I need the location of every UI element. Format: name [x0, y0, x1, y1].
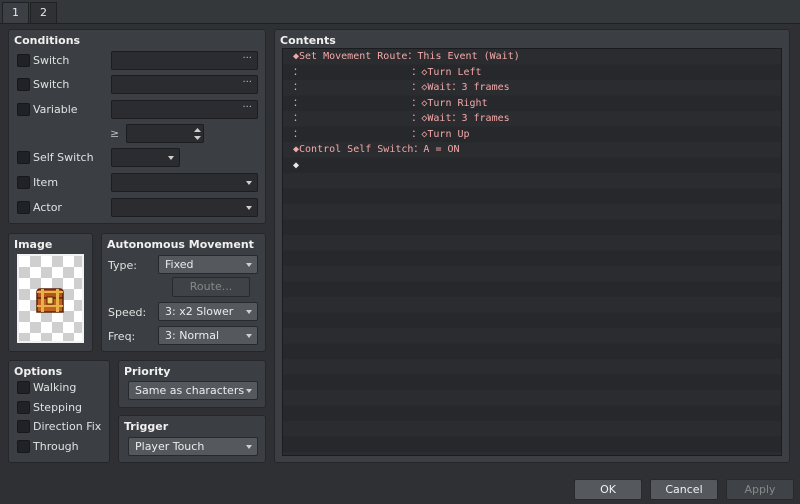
- command-line[interactable]: ： ：◇Turn Up: [283, 127, 781, 143]
- chevron-down-icon: [246, 445, 252, 449]
- speed-value: 3: x2 Slower: [165, 305, 234, 318]
- chevron-down-icon: [246, 206, 252, 210]
- switch1-field[interactable]: ···: [111, 51, 258, 70]
- walking-checkbox[interactable]: [17, 381, 30, 394]
- route-button[interactable]: Route...: [172, 277, 250, 297]
- ok-button[interactable]: OK: [574, 479, 642, 500]
- command-line[interactable]: ◆Set Movement Route：This Event (Wait): [283, 49, 781, 65]
- trigger-value: Player Touch: [135, 440, 205, 453]
- ellipsis-icon: ···: [242, 77, 252, 88]
- item-dropdown[interactable]: [111, 173, 258, 192]
- through-label: Through: [33, 440, 79, 453]
- chevron-down-icon: [246, 181, 252, 185]
- speed-dropdown[interactable]: 3: x2 Slower: [158, 302, 258, 321]
- priority-dropdown[interactable]: Same as characters: [128, 381, 258, 400]
- actor-label: Actor: [33, 201, 62, 214]
- self-switch-checkbox[interactable]: [17, 151, 30, 164]
- chevron-down-icon: [246, 263, 252, 267]
- trigger-panel: Trigger Player Touch: [118, 415, 266, 463]
- chevron-down-icon: [168, 156, 174, 160]
- switch2-label: Switch: [33, 78, 70, 91]
- variable-checkbox[interactable]: [17, 103, 30, 116]
- stepping-label: Stepping: [33, 401, 83, 414]
- self-switch-label: Self Switch: [33, 151, 94, 164]
- direction-fix-checkbox[interactable]: [17, 420, 30, 433]
- conditions-title: Conditions: [14, 34, 81, 47]
- item-label: Item: [33, 176, 59, 189]
- command-line-empty[interactable]: ◆: [283, 158, 781, 174]
- chevron-down-icon: [246, 389, 252, 393]
- actor-checkbox[interactable]: [17, 201, 30, 214]
- priority-title: Priority: [124, 365, 171, 378]
- autonomous-movement-title: Autonomous Movement: [107, 238, 254, 251]
- command-line[interactable]: ◆Control Self Switch：A = ON: [283, 142, 781, 158]
- command-line[interactable]: ： ：◇Turn Left: [283, 65, 781, 81]
- spin-up-icon[interactable]: [193, 126, 202, 134]
- treasure-chest-icon: [36, 288, 64, 313]
- gte-symbol: ≥: [110, 127, 120, 140]
- autonomous-movement-panel: Autonomous Movement Type: Fixed Route...…: [101, 233, 266, 352]
- image-title: Image: [14, 238, 53, 251]
- apply-button[interactable]: Apply: [726, 479, 794, 500]
- options-title: Options: [14, 365, 63, 378]
- command-line[interactable]: ： ：◇Wait：3 frames: [283, 111, 781, 127]
- speed-label: Speed:: [108, 306, 147, 319]
- variable-label: Variable: [33, 103, 78, 116]
- variable-value-stepper[interactable]: [126, 124, 204, 143]
- priority-value: Same as characters: [135, 384, 245, 397]
- freq-label: Freq:: [108, 330, 136, 343]
- spin-down-icon[interactable]: [193, 134, 202, 142]
- command-line[interactable]: ： ：◇Wait：3 frames: [283, 80, 781, 96]
- variable-field[interactable]: ···: [111, 100, 258, 119]
- conditions-panel: Conditions Switch ··· Switch ··· Variabl…: [8, 29, 266, 224]
- through-checkbox[interactable]: [17, 440, 30, 453]
- trigger-dropdown[interactable]: Player Touch: [128, 437, 258, 456]
- options-panel: Options Walking Stepping Direction Fix T…: [8, 360, 110, 463]
- type-label: Type:: [108, 259, 137, 272]
- priority-panel: Priority Same as characters: [118, 360, 266, 408]
- cancel-button[interactable]: Cancel: [650, 479, 718, 500]
- item-checkbox[interactable]: [17, 176, 30, 189]
- walking-label: Walking: [33, 381, 77, 394]
- chevron-down-icon: [246, 310, 252, 314]
- event-image-preview[interactable]: [17, 254, 84, 343]
- tab-page-2[interactable]: 2: [30, 2, 57, 23]
- contents-title: Contents: [280, 34, 336, 47]
- page-tab-bar: 1 2: [0, 0, 800, 24]
- chevron-down-icon: [246, 334, 252, 338]
- command-line[interactable]: ： ：◇Turn Right: [283, 96, 781, 112]
- switch1-label: Switch: [33, 54, 70, 67]
- self-switch-dropdown[interactable]: [111, 148, 180, 167]
- stepping-checkbox[interactable]: [17, 401, 30, 414]
- tab-page-1[interactable]: 1: [2, 2, 29, 23]
- event-command-list[interactable]: ◆Set Movement Route：This Event (Wait) ： …: [282, 48, 782, 456]
- movement-type-dropdown[interactable]: Fixed: [158, 255, 258, 274]
- freq-dropdown[interactable]: 3: Normal: [158, 326, 258, 345]
- actor-dropdown[interactable]: [111, 198, 258, 217]
- switch2-field[interactable]: ···: [111, 75, 258, 94]
- freq-value: 3: Normal: [165, 329, 220, 342]
- movement-type-value: Fixed: [165, 258, 194, 271]
- ellipsis-icon: ···: [242, 102, 252, 113]
- ellipsis-icon: ···: [242, 53, 252, 64]
- trigger-title: Trigger: [124, 420, 169, 433]
- switch1-checkbox[interactable]: [17, 54, 30, 67]
- direction-fix-label: Direction Fix: [33, 420, 102, 433]
- switch2-checkbox[interactable]: [17, 78, 30, 91]
